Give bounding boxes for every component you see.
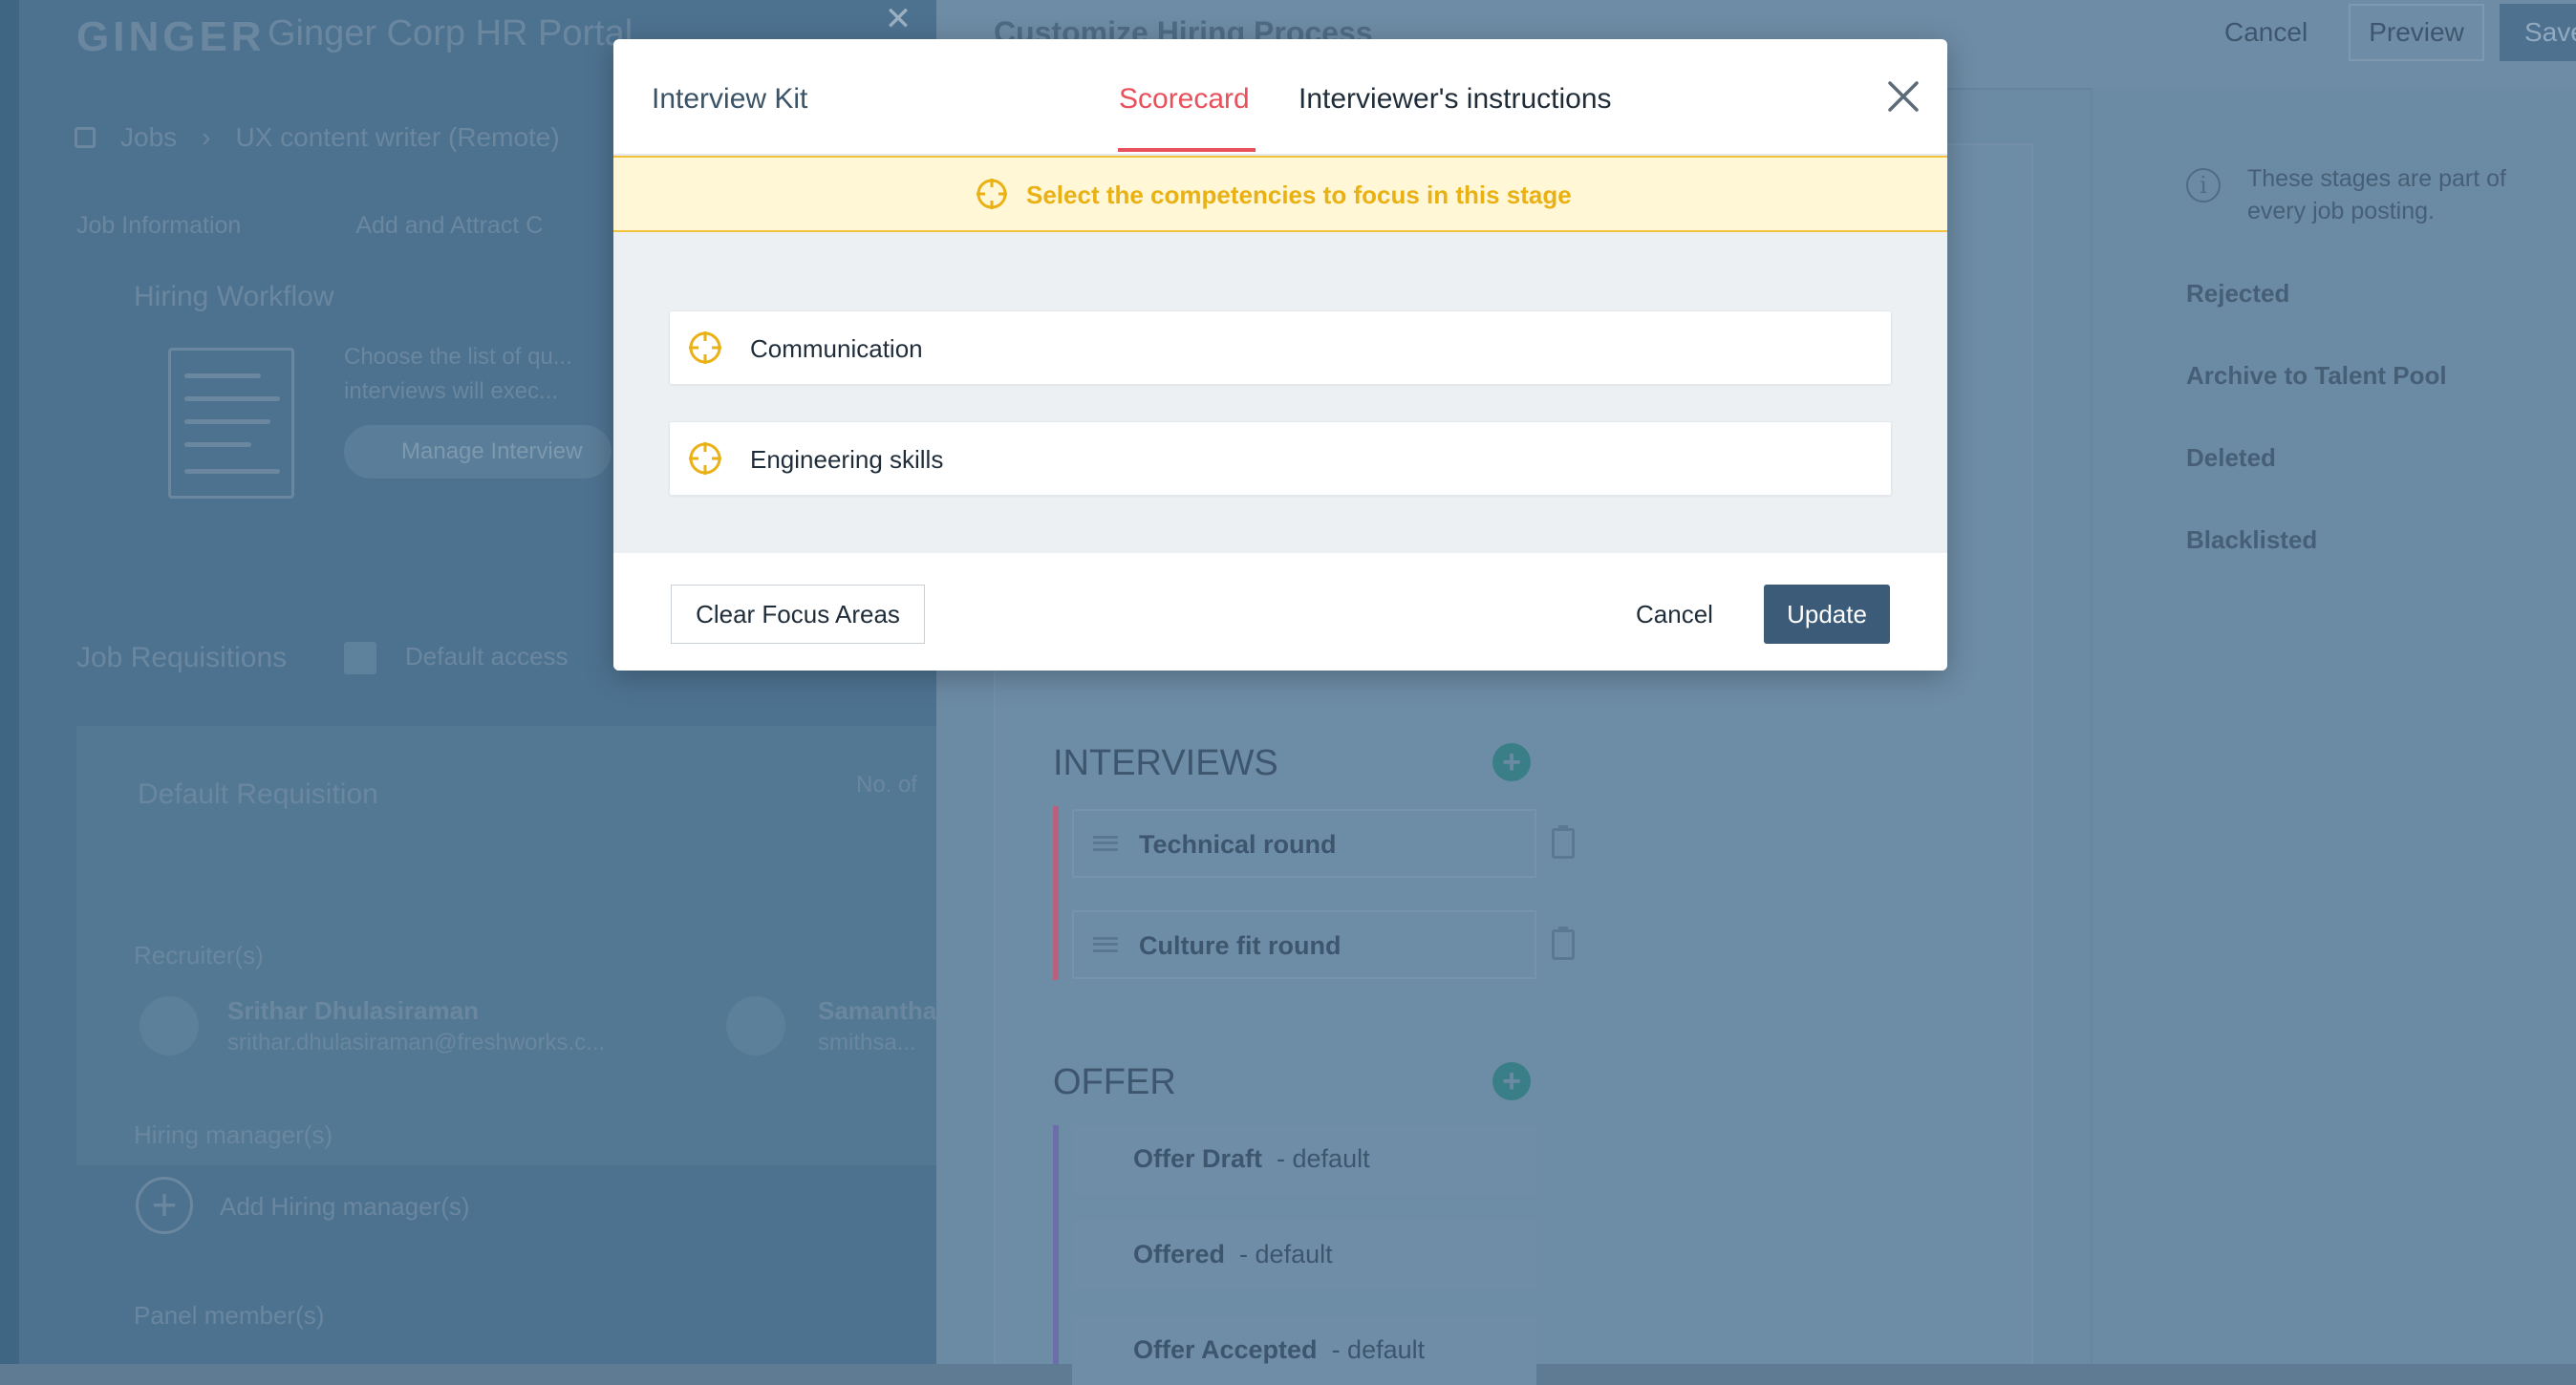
drag-handle-icon[interactable] [1093, 836, 1118, 851]
add-circle-icon[interactable]: + [136, 1177, 193, 1234]
tab-interviewer-instructions[interactable]: Interviewer's instructions [1299, 83, 1612, 116]
save-button[interactable]: Save [2500, 4, 2576, 61]
stage-label: Offer Draft [1133, 1144, 1263, 1173]
cancel-button[interactable]: Cancel [1636, 600, 1713, 629]
workflow-thumbnail [168, 348, 294, 499]
competency-label: Communication [750, 334, 923, 363]
offer-stage-item[interactable]: Offer Draft - default [1072, 1125, 1536, 1194]
drag-handle-icon[interactable] [1093, 937, 1118, 952]
hiring-managers-label: Hiring manager(s) [134, 1120, 333, 1149]
interview-kit-modal: Interview Kit Scorecard Interviewer's in… [613, 39, 1947, 671]
portal-title: Ginger Corp HR Portal [268, 13, 633, 53]
interviews-section-title: INTERVIEWS [1053, 743, 1278, 783]
requisition-count-label: No. of [856, 772, 918, 798]
modal-title: Interview Kit [652, 83, 808, 115]
recruiter-email: srithar.dhulasiraman@freshworks.c... [227, 1030, 606, 1055]
stage-label: Offered [1133, 1240, 1226, 1268]
close-icon[interactable] [1882, 75, 1924, 117]
interview-stage-item[interactable]: Culture fit round [1072, 910, 1536, 979]
recruiter-email: smithsa... [818, 1030, 916, 1055]
interview-stage-item[interactable]: Technical round [1072, 809, 1536, 878]
recruiter-name: Srithar Dhulasiraman [227, 996, 479, 1025]
competency-list: Communication Engineering skills [613, 232, 1947, 553]
system-stage-deleted: Deleted [2186, 443, 2276, 472]
clipboard-icon[interactable] [1552, 825, 1575, 859]
banner-text: Select the competencies to focus in this… [1026, 181, 1572, 209]
recruiters-label: Recruiter(s) [134, 941, 264, 970]
brand-logo: GINGER [76, 13, 266, 60]
tab-scorecard[interactable]: Scorecard [1119, 83, 1250, 116]
modal-header [613, 39, 1947, 156]
access-icon [344, 642, 376, 674]
offer-stage-item[interactable]: Offered - default [1072, 1221, 1536, 1289]
left-edge-strip [0, 0, 19, 1364]
tab-job-information[interactable]: Job Information [76, 212, 241, 240]
breadcrumb-jobs[interactable]: Jobs [120, 122, 177, 153]
chevron-right-icon: › [202, 122, 211, 152]
default-tag: - default [1277, 1144, 1370, 1173]
default-tag: - default [1331, 1335, 1426, 1364]
recruiter-name: Samantha [818, 996, 937, 1025]
tab-add-and-attract[interactable]: Add and Attract C [355, 212, 543, 240]
target-icon [977, 179, 1007, 209]
interview-stage-bar [1053, 806, 1059, 980]
competency-item-communication[interactable]: Communication [669, 310, 1892, 385]
cancel-button[interactable]: Cancel [2224, 17, 2308, 48]
clear-focus-areas-button[interactable]: Clear Focus Areas [671, 585, 925, 644]
panel-members-label: Panel member(s) [134, 1301, 325, 1330]
system-stages-column [2091, 88, 2576, 1364]
system-stage-archive: Archive to Talent Pool [2186, 361, 2447, 390]
manage-interview-button[interactable]: Manage Interview [344, 425, 612, 479]
add-hiring-manager-link[interactable]: Add Hiring manager(s) [220, 1192, 470, 1222]
system-stage-blacklisted: Blacklisted [2186, 525, 2318, 554]
add-interview-icon[interactable]: + [1492, 743, 1531, 781]
competency-label: Engineering skills [750, 445, 944, 474]
access-dropdown[interactable]: Default access [405, 642, 569, 671]
info-text: These stages are part of every job posti… [2247, 165, 2506, 224]
requisition-name: Default Requisition [138, 778, 378, 810]
active-tab-indicator [1118, 148, 1256, 152]
avatar [140, 996, 199, 1055]
preview-button[interactable]: Preview [2349, 4, 2484, 61]
breadcrumb: Jobs › UX content writer (Remote) [75, 122, 560, 153]
target-icon[interactable] [687, 440, 723, 477]
system-stage-rejected: Rejected [2186, 279, 2290, 308]
breadcrumb-current: UX content writer (Remote) [235, 122, 560, 152]
offer-section-title: OFFER [1053, 1062, 1176, 1102]
clipboard-icon[interactable] [1552, 927, 1575, 960]
close-icon[interactable]: ✕ [860, 0, 936, 38]
add-offer-icon[interactable]: + [1492, 1062, 1531, 1100]
stage-label: Culture fit round [1139, 931, 1342, 960]
avatar [726, 996, 785, 1055]
info-icon: i [2186, 168, 2221, 202]
stage-label: Technical round [1139, 830, 1337, 859]
hiring-workflow-title: Hiring Workflow [134, 281, 334, 312]
target-icon[interactable] [687, 330, 723, 366]
focus-banner: Select the competencies to focus in this… [613, 156, 1947, 232]
stage-label: Offer Accepted [1133, 1335, 1318, 1364]
job-requisitions-title: Job Requisitions [76, 642, 288, 673]
default-tag: - default [1239, 1240, 1333, 1268]
job-tabs: Job Information Add and Attract C [76, 212, 543, 240]
competency-item-engineering-skills[interactable]: Engineering skills [669, 421, 1892, 496]
offer-stage-item[interactable]: Offer Accepted - default [1072, 1316, 1536, 1385]
workflow-description: Choose the list of qu... interviews will… [344, 344, 572, 404]
offer-stage-bar [1053, 1125, 1059, 1364]
update-button[interactable]: Update [1764, 585, 1890, 644]
jobs-grid-icon [75, 127, 96, 148]
